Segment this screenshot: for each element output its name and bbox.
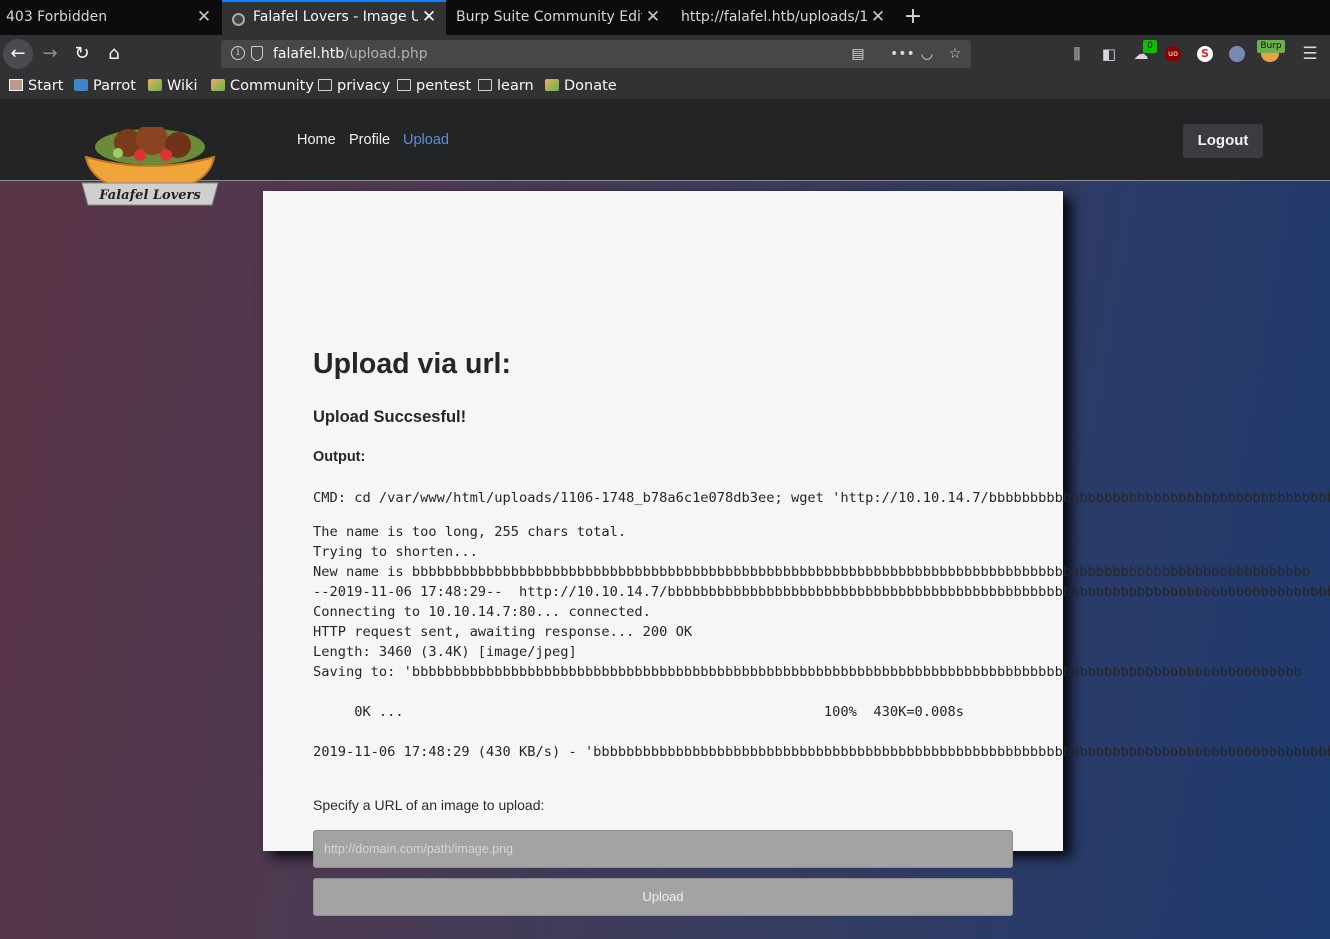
community-icon — [211, 79, 225, 91]
library-icon[interactable]: ⫼ — [1067, 44, 1087, 64]
page-actions-icon[interactable]: ••• — [890, 40, 915, 68]
bookmark-donate[interactable]: Donate — [545, 73, 617, 99]
bookmark-label: Start — [28, 78, 64, 94]
site-logo[interactable]: Falafel Lovers — [80, 123, 220, 209]
back-arrow-icon[interactable]: ← — [3, 39, 33, 69]
tab-403-forbidden[interactable]: 403 Forbidden ✕ — [0, 0, 221, 35]
bookmark-label: Donate — [564, 78, 617, 94]
tab-strip: 403 Forbidden ✕ Falafel Lovers - Image U… — [0, 0, 1330, 35]
bookmark-parrot[interactable]: Parrot — [74, 73, 136, 99]
reload-icon[interactable]: ↻ — [67, 39, 97, 69]
nav-home-link[interactable]: Home — [297, 132, 336, 148]
info-icon[interactable]: i — [231, 46, 245, 60]
bookmark-start[interactable]: Start — [9, 73, 63, 99]
url-text[interactable]: falafel.htb/upload.php — [273, 40, 428, 68]
logo-text: Falafel Lovers — [98, 188, 201, 203]
bookmark-label: Parrot — [93, 78, 136, 94]
logout-button[interactable]: Logout — [1183, 124, 1263, 158]
tab-title: Falafel Lovers - Image Up — [253, 9, 418, 25]
folder-icon — [478, 79, 492, 91]
url-path: /upload.php — [344, 46, 428, 62]
bookmark-folder-pentest[interactable]: pentest — [397, 73, 471, 99]
tracking-shield-icon[interactable] — [251, 46, 263, 61]
tab-uploads-url[interactable]: http://falafel.htb/uploads/110 ✕ — [672, 0, 894, 35]
privacy-badger-icon[interactable] — [1229, 46, 1245, 62]
ublock-icon[interactable]: uo — [1165, 46, 1181, 62]
bookmarks-toolbar: Start Parrot Wiki Community privacy pent… — [0, 73, 1330, 99]
https-everywhere-icon[interactable]: S — [1197, 46, 1213, 62]
sidebar-icon[interactable]: ◧ — [1099, 44, 1119, 64]
pocket-icon[interactable]: ◡ — [918, 40, 936, 68]
tab-title: 403 Forbidden — [6, 9, 108, 25]
folder-icon — [397, 79, 411, 91]
address-bar[interactable]: i falafel.htb/upload.php ▤ ••• ◡ ☆ — [221, 40, 971, 68]
page-content: Home Profile Upload Logout Falafel Lover… — [0, 99, 1330, 939]
nav-upload-link[interactable]: Upload — [403, 132, 449, 148]
parrot-icon — [74, 79, 88, 91]
tab-title: Burp Suite Community Editio — [456, 9, 642, 25]
donate-icon — [545, 79, 559, 91]
bookmark-folder-learn[interactable]: learn — [478, 73, 534, 99]
home-icon[interactable]: ⌂ — [99, 39, 129, 69]
site-favicon-icon — [232, 13, 245, 26]
bookmark-label: privacy — [337, 78, 391, 94]
bookmark-label: pentest — [416, 78, 472, 94]
tab-burp-suite[interactable]: Burp Suite Community Editio ✕ — [448, 0, 670, 35]
url-host: falafel.htb — [273, 46, 345, 62]
forward-arrow-icon[interactable]: → — [35, 39, 65, 69]
burp-badge: Burp — [1257, 40, 1285, 53]
new-tab-plus-icon[interactable]: + — [903, 0, 923, 33]
tab-title: http://falafel.htb/uploads/110 — [681, 9, 867, 25]
bookmark-wiki[interactable]: Wiki — [148, 73, 197, 99]
bookmark-star-icon[interactable]: ☆ — [946, 40, 964, 68]
hamburger-menu-icon[interactable]: ☰ — [1300, 44, 1320, 64]
bookmark-label: Community — [230, 78, 314, 94]
close-tab-icon[interactable]: ✕ — [421, 2, 437, 35]
bookmark-label: Wiki — [167, 78, 198, 94]
extension-count-badge: 0 — [1143, 40, 1157, 53]
close-tab-icon[interactable]: ✕ — [196, 0, 212, 35]
reader-view-icon[interactable]: ▤ — [849, 40, 867, 68]
wiki-icon — [148, 79, 162, 91]
bookmark-start-icon — [9, 79, 23, 91]
nav-profile-link[interactable]: Profile — [349, 132, 390, 148]
falafel-bowl-logo-icon: Falafel Lovers — [81, 123, 219, 206]
bookmark-folder-privacy[interactable]: privacy — [318, 73, 390, 99]
close-tab-icon[interactable]: ✕ — [645, 0, 661, 35]
bookmark-community[interactable]: Community — [211, 73, 314, 99]
bookmark-label: learn — [497, 78, 534, 94]
close-tab-icon[interactable]: ✕ — [870, 0, 886, 35]
folder-icon — [318, 79, 332, 91]
tab-falafel-upload[interactable]: Falafel Lovers - Image Up ✕ — [222, 0, 446, 35]
